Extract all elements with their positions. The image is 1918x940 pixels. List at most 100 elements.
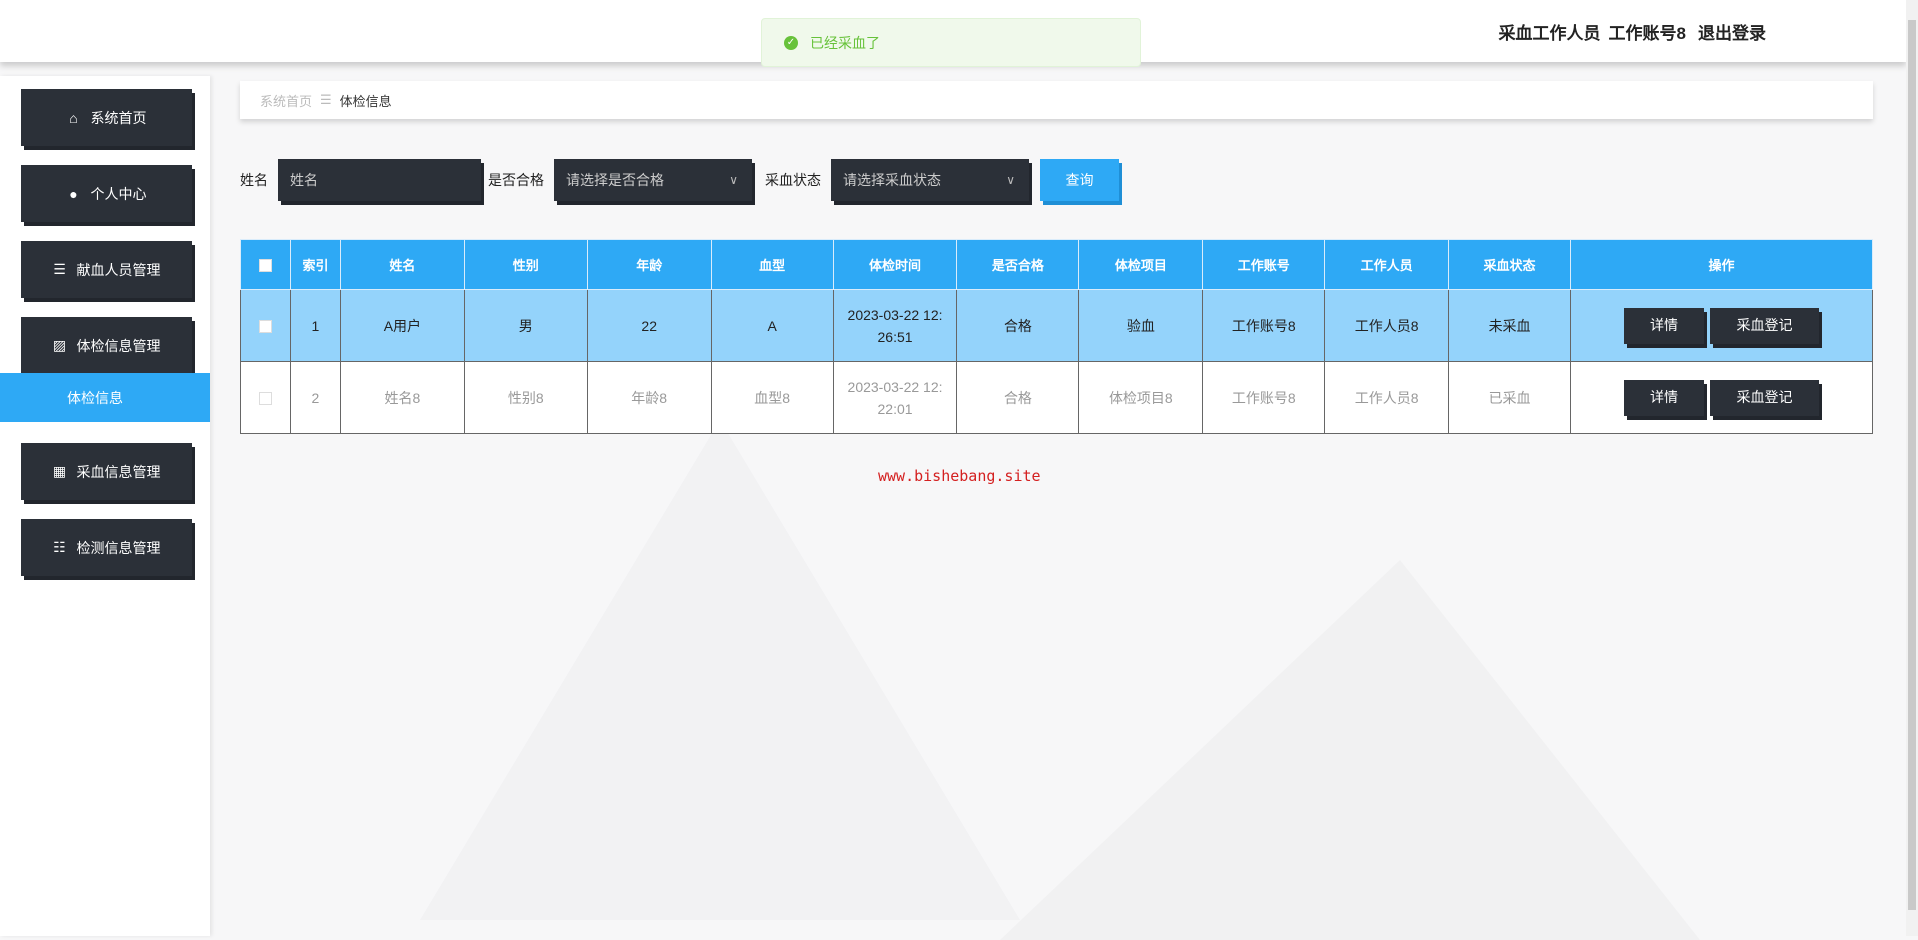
user-info: 采血工作人员 工作账号8 退出登录 xyxy=(1491,19,1766,44)
name-label: 姓名 xyxy=(240,172,268,188)
user-icon: ● xyxy=(69,185,78,202)
column-header: 性别 xyxy=(463,239,588,290)
watermark: www.bishebang.site xyxy=(878,467,1041,485)
cell-account: 工作账号8 xyxy=(1202,289,1326,362)
user-role: 采血工作人员 xyxy=(1498,24,1601,43)
time-line: 2023-03-22 12: xyxy=(847,378,943,395)
name-input[interactable]: 姓名 xyxy=(278,159,481,201)
cell-account: 工作账号8 xyxy=(1202,361,1326,434)
cell-age: 年龄8 xyxy=(586,361,712,434)
logout-link[interactable]: 退出登录 xyxy=(1698,24,1766,43)
time-line: 2023-03-22 12: xyxy=(847,306,943,323)
cell-time: 2023-03-22 12: 26:51 xyxy=(832,289,958,362)
qualified-placeholder: 请选择是否合格 xyxy=(566,172,664,188)
sidebar-item-testing[interactable]: ☷ 检测信息管理 xyxy=(21,519,192,576)
column-header: 工作人员 xyxy=(1324,239,1450,290)
register-button[interactable]: 采血登记 xyxy=(1710,379,1819,416)
cell-qualified: 合格 xyxy=(956,361,1080,434)
toast-message: 已经采血了 xyxy=(810,34,880,51)
qualified-label: 是否合格 xyxy=(488,172,544,188)
success-toast: ✓ 已经采血了 xyxy=(761,18,1141,67)
select-all-cell xyxy=(240,239,291,290)
chevron-down-icon: ∨ xyxy=(729,173,738,187)
cell-status: 未采血 xyxy=(1448,289,1572,362)
cell-actions: 详情 采血登记 xyxy=(1570,361,1873,434)
name-placeholder: 姓名 xyxy=(290,172,318,188)
list-icon: ☰ xyxy=(53,261,66,277)
cell-index: 1 xyxy=(289,289,341,362)
table-row[interactable]: 1 A用户 男 22 A 2023-03-22 12: 26:51 合格 验血 工… xyxy=(240,289,1873,362)
exam-table: 索引 姓名 性别 年龄 血型 体检时间 是否合格 体检项目 工作账号 工作人员 … xyxy=(240,239,1873,434)
home-icon: ⌂ xyxy=(69,109,78,126)
status-select[interactable]: 请选择采血状态 ∨ xyxy=(831,159,1029,201)
breadcrumb-current: 体检信息 xyxy=(339,93,392,109)
table-header-row: 索引 姓名 性别 年龄 血型 体检时间 是否合格 体检项目 工作账号 工作人员 … xyxy=(240,239,1873,290)
status-label: 采血状态 xyxy=(765,172,821,188)
cell-index: 2 xyxy=(289,361,341,434)
column-header: 体检项目 xyxy=(1078,239,1204,290)
time-line: 26:51 xyxy=(877,328,913,345)
chevron-down-icon: ∨ xyxy=(1006,173,1015,187)
cell-name: 姓名8 xyxy=(339,361,465,434)
cell-name: A用户 xyxy=(339,289,465,362)
sidebar-item-label: 检测信息管理 xyxy=(76,539,161,556)
cell-staff: 工作人员8 xyxy=(1324,361,1450,434)
sidebar-subitem-label: 体检信息 xyxy=(67,389,123,406)
cell-item: 体检项目8 xyxy=(1078,361,1204,434)
cell-gender: 性别8 xyxy=(463,361,588,434)
sidebar-item-label: 献血人员管理 xyxy=(76,261,161,278)
query-button[interactable]: 查询 xyxy=(1040,159,1119,201)
row-select-cell xyxy=(240,289,291,362)
column-header: 操作 xyxy=(1570,239,1873,290)
row-checkbox[interactable] xyxy=(258,392,272,406)
breadcrumb: 系统首页 ☰ 体检信息 xyxy=(240,81,1873,119)
sidebar-item-home[interactable]: ⌂ 系统首页 xyxy=(21,89,192,146)
page-scrollbar[interactable] xyxy=(1906,0,1918,936)
qualified-select[interactable]: 请选择是否合格 ∨ xyxy=(554,159,752,201)
sidebar-item-label: 个人中心 xyxy=(90,185,147,202)
column-header: 是否合格 xyxy=(956,239,1080,290)
sidebar-item-exam-management[interactable]: ▨ 体检信息管理 xyxy=(21,317,192,374)
sliders-icon: ☷ xyxy=(53,539,66,555)
row-checkbox[interactable] xyxy=(258,320,272,334)
column-header: 索引 xyxy=(289,239,341,290)
cell-staff: 工作人员8 xyxy=(1324,289,1450,362)
background-shape xyxy=(1000,560,1700,940)
breadcrumb-separator-icon: ☰ xyxy=(320,92,332,107)
sidebar-item-collection[interactable]: ▦ 采血信息管理 xyxy=(21,443,192,500)
row-select-cell xyxy=(240,361,291,434)
column-header: 年龄 xyxy=(586,239,712,290)
sidebar-item-donors[interactable]: ☰ 献血人员管理 xyxy=(21,241,192,298)
background-shape xyxy=(420,420,1020,920)
chart-icon: ▨ xyxy=(52,337,67,353)
select-all-checkbox[interactable] xyxy=(258,259,272,273)
cell-time: 2023-03-22 12: 22:01 xyxy=(832,361,958,434)
grid-icon: ▦ xyxy=(52,463,67,479)
cell-gender: 男 xyxy=(463,289,588,362)
column-header: 血型 xyxy=(710,239,834,290)
sidebar-item-label: 采血信息管理 xyxy=(76,463,161,480)
column-header: 采血状态 xyxy=(1448,239,1572,290)
breadcrumb-home[interactable]: 系统首页 xyxy=(260,91,312,110)
cell-blood: 血型8 xyxy=(710,361,834,434)
scrollbar-thumb[interactable] xyxy=(1908,20,1916,910)
detail-button[interactable]: 详情 xyxy=(1624,379,1704,416)
cell-status: 已采血 xyxy=(1448,361,1572,434)
cell-blood: A xyxy=(710,289,834,362)
time-line: 22:01 xyxy=(877,400,913,417)
table-row[interactable]: 2 姓名8 性别8 年龄8 血型8 2023-03-22 12: 22:01 合格… xyxy=(240,361,1873,434)
check-circle-icon: ✓ xyxy=(784,35,798,50)
sidebar-item-profile[interactable]: ● 个人中心 xyxy=(21,165,192,222)
sidebar-item-label: 体检信息管理 xyxy=(76,337,161,354)
detail-button[interactable]: 详情 xyxy=(1624,307,1704,344)
cell-qualified: 合格 xyxy=(956,289,1080,362)
column-header: 姓名 xyxy=(339,239,465,290)
register-button[interactable]: 采血登记 xyxy=(1710,307,1819,344)
cell-age: 22 xyxy=(586,289,712,362)
user-account: 工作账号8 xyxy=(1608,24,1686,43)
cell-item: 验血 xyxy=(1078,289,1204,362)
sidebar-subitem-exam-info[interactable]: 体检信息 xyxy=(0,373,210,422)
cell-actions: 详情 采血登记 xyxy=(1570,289,1873,362)
column-header: 工作账号 xyxy=(1202,239,1326,290)
status-placeholder: 请选择采血状态 xyxy=(843,172,941,188)
